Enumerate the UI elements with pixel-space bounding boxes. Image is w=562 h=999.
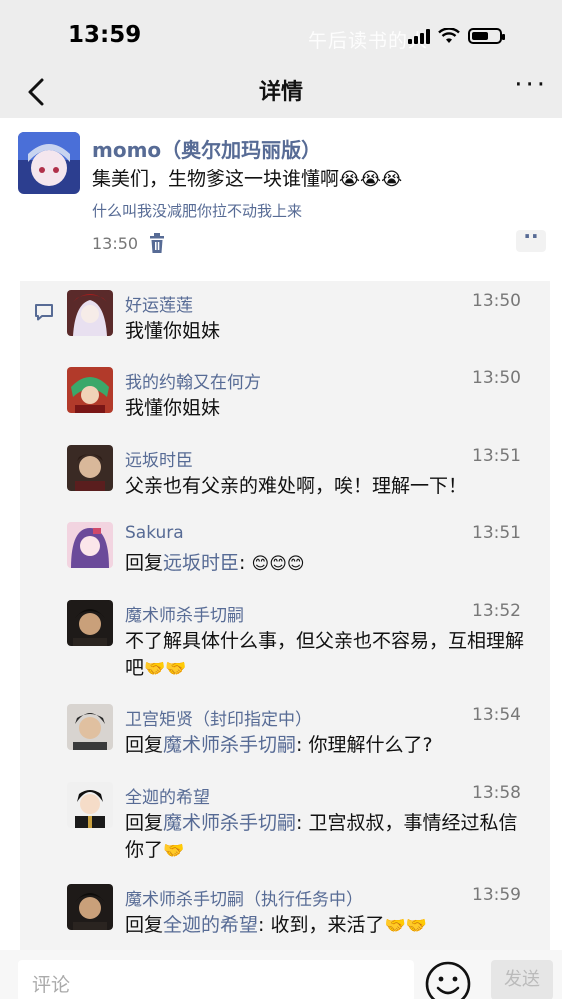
- comment-time: 13:50: [472, 291, 521, 311]
- emoji-icon[interactable]: [424, 960, 472, 999]
- reply-target[interactable]: 魔术师杀手切嗣: [163, 812, 296, 834]
- comment-text: 父亲也有父亲的难处啊，唉！理解一下！: [125, 473, 530, 500]
- reply-prefix: 回复: [125, 734, 164, 756]
- signal-icon: [408, 28, 430, 44]
- avatar[interactable]: [67, 704, 113, 750]
- avatar[interactable]: [67, 884, 113, 930]
- comment-text: 回复远坂时臣: 😊😊😊: [125, 550, 530, 578]
- post-time: 13:50: [92, 234, 139, 253]
- comment-time: 13:58: [472, 783, 521, 803]
- comment-author[interactable]: 魔术师杀手切嗣（执行任务中）: [125, 885, 363, 910]
- comment-time: 13:59: [472, 885, 521, 905]
- comment-body: 我懂你姐妹: [125, 320, 221, 342]
- comment-author[interactable]: 好运莲莲: [125, 291, 193, 316]
- post-author[interactable]: momo（奥尔加玛丽版）: [92, 134, 321, 163]
- reply-separator: :: [296, 734, 309, 756]
- comment-text: 回复魔术师杀手切嗣: 你理解什么了?: [125, 732, 530, 759]
- comment-body: 我懂你姐妹: [125, 397, 221, 419]
- comment-time: 13:50: [472, 368, 521, 388]
- comment-author[interactable]: 我的约翰又在何方: [125, 368, 261, 393]
- wifi-icon: [438, 28, 460, 43]
- comment-icon: [35, 304, 53, 321]
- reply-prefix: 回复: [125, 812, 164, 834]
- comment-time: 13:52: [472, 601, 521, 621]
- status-bar: 13:59 午后读书的人: [0, 0, 562, 68]
- avatar[interactable]: [67, 522, 113, 568]
- comment-text: 回复全迦的希望: 收到，来活了🤝🤝: [125, 912, 530, 940]
- comment-time: 13:51: [472, 523, 521, 543]
- nav-bar: 详情 ···: [0, 68, 562, 118]
- avatar[interactable]: [18, 132, 80, 194]
- comment-text: 我懂你姐妹: [125, 395, 530, 422]
- post-text-body: 集美们，生物爹这一块谁懂啊: [92, 168, 340, 190]
- comment-text: 不了解具体什么事，但父亲也不容易，互相理解吧🤝🤝: [125, 628, 530, 683]
- comment-input-bar: 评论 发送: [0, 950, 562, 999]
- reply-separator: :: [258, 914, 271, 936]
- comment-time: 13:51: [472, 446, 521, 466]
- moment-post: momo（奥尔加玛丽版） 集美们，生物爹这一块谁懂啊😭😭😭 什么叫我没减肥你拉不…: [0, 118, 562, 950]
- comment-time: 13:54: [472, 705, 521, 725]
- reply-target[interactable]: 魔术师杀手切嗣: [163, 734, 296, 756]
- comment-list: 好运莲莲 13:50 我懂你姐妹 我的约翰又在何方 13:50 我懂你姐妹 远坂…: [20, 281, 550, 950]
- avatar[interactable]: [67, 290, 113, 336]
- post-actions-button[interactable]: ··: [516, 226, 546, 252]
- reply-target[interactable]: 全迦的希望: [163, 914, 258, 936]
- comment-author[interactable]: 全迦的希望: [125, 783, 210, 808]
- trash-icon[interactable]: [148, 232, 166, 254]
- send-button[interactable]: 发送: [491, 960, 553, 999]
- avatar[interactable]: [67, 367, 113, 413]
- status-icons: [408, 28, 505, 44]
- page-title: 详情: [258, 80, 303, 105]
- comment-text: 我懂你姐妹: [125, 318, 530, 345]
- comment-emoji: 😊😊😊: [251, 554, 305, 574]
- comment-body: 你理解什么了?: [308, 734, 433, 756]
- comment-text: 回复魔术师杀手切嗣: 卫宫叔叔，事情经过私信你了🤝: [125, 810, 530, 865]
- avatar[interactable]: [67, 445, 113, 491]
- post-text: 集美们，生物爹这一块谁懂啊😭😭😭: [92, 164, 402, 191]
- comment-author[interactable]: 远坂时臣: [125, 446, 193, 471]
- comment-author[interactable]: Sakura: [125, 523, 184, 543]
- post-link[interactable]: 什么叫我没减肥你拉不动我上来: [92, 200, 302, 221]
- comment-input[interactable]: 评论: [18, 960, 414, 999]
- reply-prefix: 回复: [125, 552, 164, 574]
- status-time: 13:59: [68, 22, 142, 48]
- post-text-emoji: 😭😭😭: [339, 169, 403, 190]
- comment-body: 父亲也有父亲的难处啊，唉！理解一下！: [125, 475, 468, 497]
- reply-separator: :: [239, 552, 252, 574]
- comment-emoji: 🤝🤝: [384, 916, 427, 936]
- battery-icon: [468, 28, 505, 44]
- comment-emoji: 🤝: [163, 841, 185, 861]
- more-dots-icon[interactable]: ···: [514, 70, 548, 100]
- comment-emoji: 🤝🤝: [144, 659, 187, 679]
- comment-author[interactable]: 卫宫矩贤（封印指定中）: [125, 705, 312, 730]
- avatar[interactable]: [67, 600, 113, 646]
- reply-prefix: 回复: [125, 914, 164, 936]
- reply-target[interactable]: 远坂时臣: [163, 552, 239, 574]
- avatar[interactable]: [67, 782, 113, 828]
- comment-body: 收到，来活了: [270, 914, 385, 936]
- comment-author[interactable]: 魔术师杀手切嗣: [125, 601, 244, 626]
- reply-separator: :: [296, 812, 309, 834]
